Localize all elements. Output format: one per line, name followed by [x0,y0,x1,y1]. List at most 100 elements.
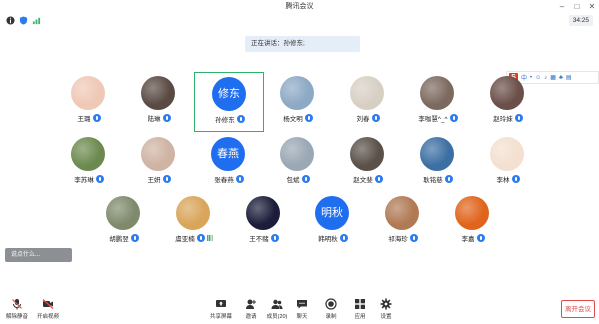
avatar: 明秋 [315,196,349,230]
participant-tile[interactable]: 李咖慧^_^ [403,72,473,132]
participant-tile[interactable]: 赵文斐 [333,133,403,193]
close-icon[interactable]: ✕ [585,0,599,14]
participant-name: 王璐 [77,116,91,123]
network-signal-icon [206,235,213,241]
record-icon [325,298,337,310]
speaking-indicator: 正在讲话：孙修东; [245,36,360,52]
window-title: 腾讯会议 [285,3,314,10]
participant-tile[interactable]: 杨文明 [263,72,333,132]
microphone-icon [196,234,205,242]
bottom-toolbar: 解除静音 开启视频 共享屏幕 邀请 成员(20) 聊天 录制 应用 设置 [0,296,599,324]
participant-name: 李林 [496,177,510,184]
minimize-icon[interactable]: – [555,0,569,14]
participant-tile[interactable]: 陆琳 [124,72,194,132]
microphone-icon [409,234,418,242]
participant-name: 包斌 [286,177,300,184]
start-video-button[interactable]: 开启视频 [33,298,63,322]
avatar [350,76,384,110]
participant-name: 耿铭慈 [423,177,443,184]
participant-name: 孙修东 [215,117,235,124]
avatar [490,76,524,110]
avatar [280,76,314,110]
shield-icon[interactable] [19,16,28,25]
skin-icon[interactable]: ♣ [559,75,563,81]
participant-tile[interactable]: 李林 [473,133,543,193]
tools-icon[interactable]: ▤ [566,74,572,81]
participant-name: 刘春 [356,116,370,123]
share-screen-label: 共享屏幕 [209,314,232,320]
microphone-icon [162,175,171,183]
avatar [141,137,175,171]
microphone-icon [371,114,380,122]
chat-input-pill[interactable]: 说点什么... [5,248,72,262]
microphone-icon [449,114,458,122]
participant-name: 张春燕 [214,177,234,184]
participant-tile[interactable]: 耿铭慈 [403,133,473,193]
voice-icon[interactable]: ♪ [544,75,547,81]
participant-tile[interactable]: 王妍 [124,133,194,193]
settings-button[interactable]: 设置 [371,298,401,322]
participant-name: 虞亚楠 [175,236,195,243]
meeting-status-bar: 34:25 [0,14,599,28]
avatar [420,76,454,110]
gear-icon [380,298,392,310]
participant-tile[interactable]: 胡鹏翌 [89,192,159,252]
settings-label: 设置 [380,314,392,320]
avatar: 修东 [212,77,246,111]
participant-name: 祁海珍 [388,236,408,243]
leave-meeting-button[interactable]: 离开会议 [561,300,595,318]
members-icon [271,299,283,309]
participant-name: 赵文斐 [353,177,373,184]
share-screen-button[interactable]: 共享屏幕 [206,298,236,322]
maximize-icon[interactable]: □ [570,0,584,14]
microphone-icon [304,114,313,122]
participant-tile[interactable]: 王璐 [54,72,124,132]
chat-icon [297,300,307,309]
participant-name: 胡鹏翌 [109,236,129,243]
participant-tile[interactable]: 李嘉 [438,192,508,252]
meeting-timer: 34:25 [568,15,593,26]
avatar [246,196,280,230]
participant-tile[interactable]: 包斌 [263,133,333,193]
participant-tile[interactable]: 李苏琳 [54,133,124,193]
avatar [280,137,314,171]
apps-icon [355,299,365,309]
microphone-icon [162,114,171,122]
participant-tile[interactable]: 赵玲妹 [473,72,543,132]
participant-tile[interactable]: 王不赌 [229,192,299,252]
participant-name: 赵玲妹 [493,116,513,123]
participant-tile[interactable]: 祁海珍 [368,192,438,252]
participant-tile[interactable]: 修东 孙修东 [194,72,264,132]
participant-name: 韩明秋 [318,236,338,243]
avatar [455,196,489,230]
avatar [141,76,175,110]
microphone-icon [270,234,279,242]
share-screen-icon [216,300,226,307]
participant-name: 王不赌 [249,236,269,243]
unmute-label: 解除静音 [5,314,28,320]
participant-name: 李咖慧^_^ [418,116,448,123]
avatar [71,76,105,110]
participant-tile[interactable]: 刘春 [333,72,403,132]
network-signal-icon[interactable] [32,16,41,25]
keyboard-icon[interactable]: ▦ [550,74,556,81]
avatar [71,137,105,171]
chat-button[interactable]: 聊天 [287,298,317,322]
microphone-icon [92,114,101,122]
unmute-button[interactable]: 解除静音 [2,298,32,322]
avatar [490,137,524,171]
avatar [350,137,384,171]
microphone-icon [444,175,453,183]
microphone-icon [374,175,383,183]
avatar [420,137,454,171]
participant-tile[interactable]: 虞亚楠 [159,192,229,252]
participant-name: 陆琳 [147,116,161,123]
record-button[interactable]: 录制 [316,298,346,322]
microphone-icon [339,234,348,242]
participant-tile[interactable]: 明秋 韩明秋 [298,192,368,252]
participant-tile[interactable]: 春燕 张春燕 [194,133,264,193]
video-muted-icon [42,299,54,309]
microphone-icon [511,175,520,183]
microphone-icon [476,234,485,242]
info-icon[interactable] [6,16,15,25]
